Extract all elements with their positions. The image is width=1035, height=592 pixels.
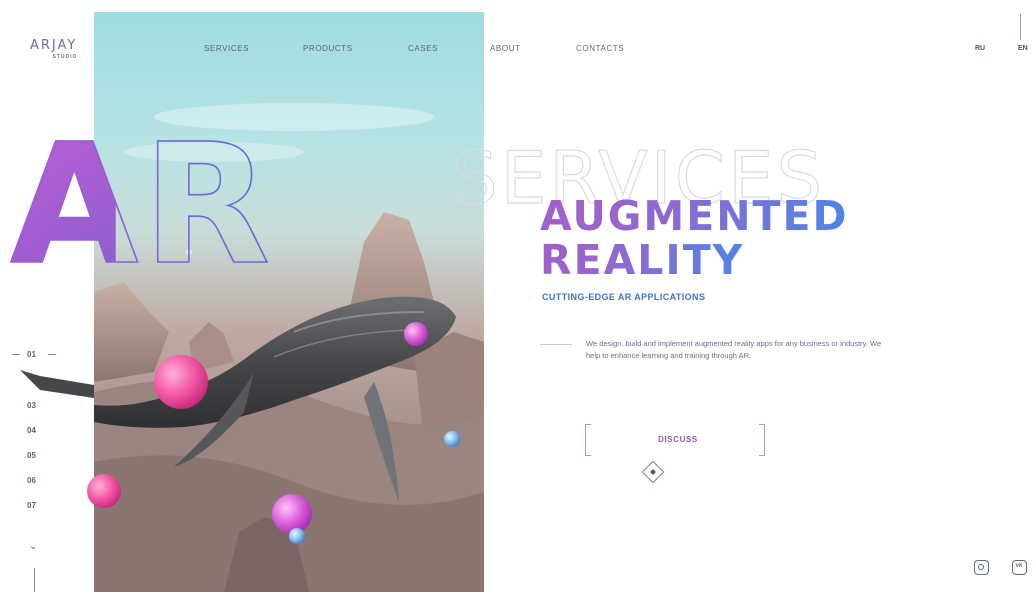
vk-glyph: vk: [1015, 563, 1023, 569]
pager-item-04[interactable]: 04: [27, 426, 36, 435]
logo-wordmark: ARJAY: [30, 38, 78, 53]
logo-subtitle: STUDIO: [52, 54, 78, 60]
vk-icon[interactable]: vk: [1012, 560, 1027, 575]
pager-item-01[interactable]: 01: [27, 350, 36, 359]
whale-scene: [94, 103, 484, 592]
tagline: CUTTING-EDGE AR APPLICATIONS: [542, 292, 706, 302]
logo[interactable]: ARJAY STUDIO: [30, 37, 77, 60]
description: We design, build and implement augmented…: [586, 339, 882, 360]
pager-current-line-right: [48, 354, 56, 355]
chevron-down-icon[interactable]: ⌄: [29, 541, 37, 552]
nav-cases[interactable]: CASES: [408, 44, 438, 53]
pager-current-line-left: [12, 354, 20, 355]
discuss-button[interactable]: DISCUSS: [598, 426, 758, 452]
pager-item-03[interactable]: 03: [27, 401, 36, 410]
instagram-lens: [978, 564, 984, 570]
pager-item-07[interactable]: 07: [27, 501, 36, 510]
scroll-diamond-icon[interactable]: [641, 460, 665, 484]
nav-products[interactable]: PRODUCTS: [303, 44, 353, 53]
pager-item-05[interactable]: 05: [27, 451, 36, 460]
description-divider: [540, 344, 572, 345]
headline-line-2: REALITY: [540, 236, 745, 284]
pager-item-06[interactable]: 06: [27, 476, 36, 485]
cta-bracket-right: [759, 424, 765, 456]
instagram-icon[interactable]: [974, 560, 989, 575]
nav-about[interactable]: ABOUT: [490, 44, 521, 53]
headline-line-1: AUGMENTED: [540, 192, 849, 240]
whale-tail: [20, 370, 94, 398]
nav-services[interactable]: SERVICES: [204, 44, 249, 53]
nav-contacts[interactable]: CONTACTS: [576, 44, 624, 53]
hero-image: [94, 12, 484, 592]
lang-active-indicator: [1020, 14, 1021, 40]
diamond-dot: [650, 469, 656, 475]
pager-rail: [34, 568, 35, 592]
cta-bracket-left: [585, 424, 591, 456]
lang-en[interactable]: EN: [1018, 45, 1028, 52]
lang-ru[interactable]: RU: [975, 45, 985, 52]
